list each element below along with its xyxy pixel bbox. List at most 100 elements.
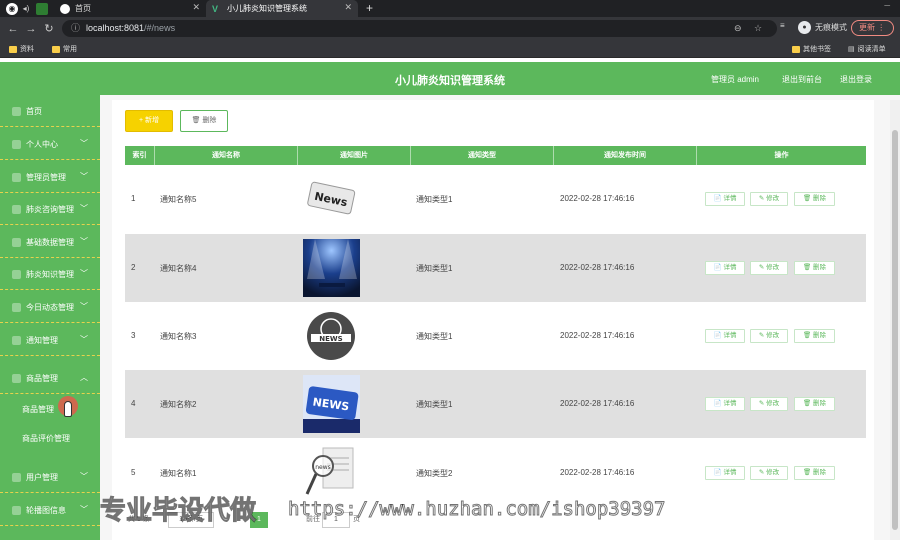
tab-mute-icon[interactable]: ◂) xyxy=(18,0,34,17)
menu-icon xyxy=(12,374,21,383)
col-index: 索引 xyxy=(125,146,155,165)
cell-time: 2022-02-28 17:46:16 xyxy=(560,331,635,340)
cell-time: 2022-02-28 17:46:16 xyxy=(560,263,635,272)
sidebar-item-consult[interactable]: 肺炎咨询管理 ﹀ xyxy=(0,193,100,225)
table-row: 3 通知名称3 通知类型1 2022-02-28 17:46:16 NEWS 📄 详情 ✎ … xyxy=(125,302,866,370)
chevron-down-icon: ﹀ xyxy=(80,335,88,344)
menu-icon xyxy=(12,107,21,116)
delete-button[interactable]: 🗑 删除 xyxy=(794,329,835,343)
incognito-label: 无痕模式 xyxy=(815,23,847,32)
sidebar-item-news-today[interactable]: 今日动态管理 ﹀ xyxy=(0,291,100,323)
action-label: 修改 xyxy=(766,195,780,202)
green-app-icon[interactable] xyxy=(36,2,48,15)
tab-current[interactable]: V 小儿肺炎知识管理系统 ✕ xyxy=(206,0,358,17)
action-label: 修改 xyxy=(766,332,780,339)
sidebar-item-label: 用户管理 xyxy=(26,473,58,482)
info-icon[interactable]: ⓘ xyxy=(71,20,80,37)
back-to-front-link[interactable]: 退出到前台 xyxy=(782,74,822,85)
action-label: 删除 xyxy=(813,400,827,407)
logout-link[interactable]: 退出登录 xyxy=(840,74,872,85)
sidebar-item-basic-data[interactable]: 基础数据管理 ﹀ xyxy=(0,226,100,258)
cell-type: 通知类型2 xyxy=(416,469,453,478)
edit-button[interactable]: ✎ 修改 xyxy=(750,466,788,480)
trash-icon: 🗑 xyxy=(802,469,814,476)
delete-button[interactable]: 🗑 删除 xyxy=(794,397,835,411)
edit-button[interactable]: ✎ 修改 xyxy=(750,329,788,343)
chevron-down-icon: ﹀ xyxy=(80,505,88,514)
back-icon[interactable]: ← xyxy=(4,23,22,35)
action-label: 详情 xyxy=(723,264,737,271)
tab-home[interactable]: 首页 ✕ xyxy=(54,0,206,17)
table-row: 4 通知名称2 通知类型1 2022-02-28 17:46:16 NEWS 📄 详情 ✎ … xyxy=(125,370,866,438)
col-name: 通知名称 xyxy=(155,146,298,165)
detail-button[interactable]: 📄 详情 xyxy=(705,329,745,343)
document-icon: 📄 xyxy=(713,400,724,407)
sidebar-item-knowledge[interactable]: 肺炎知识管理 ﹀ xyxy=(0,258,100,290)
sidebar-item-goods[interactable]: 商品管理 ︿ xyxy=(0,362,100,394)
delete-button[interactable]: 🗑 删除 xyxy=(794,466,835,480)
admin-label: 管理员 admin xyxy=(711,75,760,84)
sidebar-item-label: 肺炎知识管理 xyxy=(26,270,74,279)
bookmark-folder[interactable]: 常用 xyxy=(52,44,77,54)
detail-button[interactable]: 📄 详情 xyxy=(705,192,745,206)
chevron-up-icon: ︿ xyxy=(80,373,88,382)
menu-icon xyxy=(12,238,21,247)
bookmark-star-icon[interactable]: ☆ xyxy=(754,20,762,37)
batch-delete-button[interactable]: 🗑 删除 xyxy=(180,110,228,132)
menu-icon xyxy=(12,270,21,279)
edit-button[interactable]: ✎ 修改 xyxy=(750,192,788,206)
sidebar-item-users[interactable]: 用户管理 ﹀ xyxy=(0,461,100,493)
delete-button[interactable]: 🗑 删除 xyxy=(794,261,835,275)
menu-icon xyxy=(12,303,21,312)
reading-mode-icon[interactable]: ≡ xyxy=(780,21,785,30)
reload-icon[interactable]: ↻ xyxy=(40,22,58,35)
new-tab-button[interactable]: + xyxy=(366,0,373,17)
other-bookmarks[interactable]: 其他书签 xyxy=(792,44,831,54)
submenu-item-goods-review[interactable]: 商品评价管理 xyxy=(0,424,100,452)
delete-button[interactable]: 🗑 删除 xyxy=(794,192,835,206)
reading-list[interactable]: ▤ 阅读清单 xyxy=(848,44,886,54)
chevron-down-icon: ﹀ xyxy=(80,237,88,246)
update-button[interactable]: 更新 ⋮ xyxy=(851,20,894,36)
url-host: localhost:8081 xyxy=(86,23,145,33)
chevron-down-icon: ﹀ xyxy=(80,302,88,311)
bookmark-folder[interactable]: 资料 xyxy=(9,44,34,54)
table-row: 2 通知名称4 通知类型1 2022-02-28 17:46:16 📄 详情 ✎ 修改 🗑 … xyxy=(125,234,866,302)
sidebar-item-carousel[interactable]: 轮播图信息 ﹀ xyxy=(0,494,100,526)
close-icon[interactable]: ✕ xyxy=(192,2,200,13)
sidebar-item-home[interactable]: 首页 xyxy=(0,95,100,127)
action-label: 删除 xyxy=(813,332,827,339)
cell-time: 2022-02-28 17:46:16 xyxy=(560,468,635,477)
edit-button[interactable]: ✎ 修改 xyxy=(750,397,788,411)
edit-button[interactable]: ✎ 修改 xyxy=(750,261,788,275)
cell-name: 通知名称5 xyxy=(160,195,197,204)
detail-button[interactable]: 📄 详情 xyxy=(705,397,745,411)
zoom-icon[interactable]: ⊖ xyxy=(734,20,742,37)
col-actions: 操作 xyxy=(774,152,789,159)
detail-button[interactable]: 📄 详情 xyxy=(705,261,745,275)
url-field[interactable]: ⓘ localhost:8081/#/news ⊖ ☆ xyxy=(62,20,777,37)
address-bar: ← → ↻ ⓘ localhost:8081/#/news ⊖ ☆ ≡ ● 无痕… xyxy=(0,17,900,40)
close-icon[interactable]: ✕ xyxy=(344,2,352,13)
add-button[interactable]: + 新增 xyxy=(125,110,173,132)
action-label: 修改 xyxy=(766,400,780,407)
tab-label: 小儿肺炎知识管理系统 xyxy=(227,4,307,13)
cell-index: 1 xyxy=(131,194,136,203)
window-controls[interactable]: ─ xyxy=(884,1,890,10)
sidebar-item-label: 轮播图信息 xyxy=(26,506,66,515)
browser-profile-icon[interactable]: ◉ xyxy=(6,2,18,15)
sidebar-item-profile[interactable]: 个人中心 ﹀ xyxy=(0,128,100,160)
chevron-down-icon: ﹀ xyxy=(80,204,88,213)
col-type: 通知类型 xyxy=(411,146,554,165)
forward-icon[interactable]: → xyxy=(22,23,40,35)
scrollbar-thumb[interactable] xyxy=(892,130,898,530)
sidebar-item-notice[interactable]: 通知管理 ﹀ xyxy=(0,324,100,356)
sidebar-item-admin[interactable]: 管理员管理 ﹀ xyxy=(0,161,100,193)
globe-icon xyxy=(60,3,70,14)
submenu-goods: 商品管理 商品评价管理 xyxy=(0,395,100,458)
detail-button[interactable]: 📄 详情 xyxy=(705,466,745,480)
submenu-item-goods[interactable]: 商品管理 xyxy=(0,395,100,423)
news-globe-icon: NEWS xyxy=(303,307,360,365)
action-label: 详情 xyxy=(723,332,737,339)
trash-icon: 🗑 xyxy=(802,332,814,339)
